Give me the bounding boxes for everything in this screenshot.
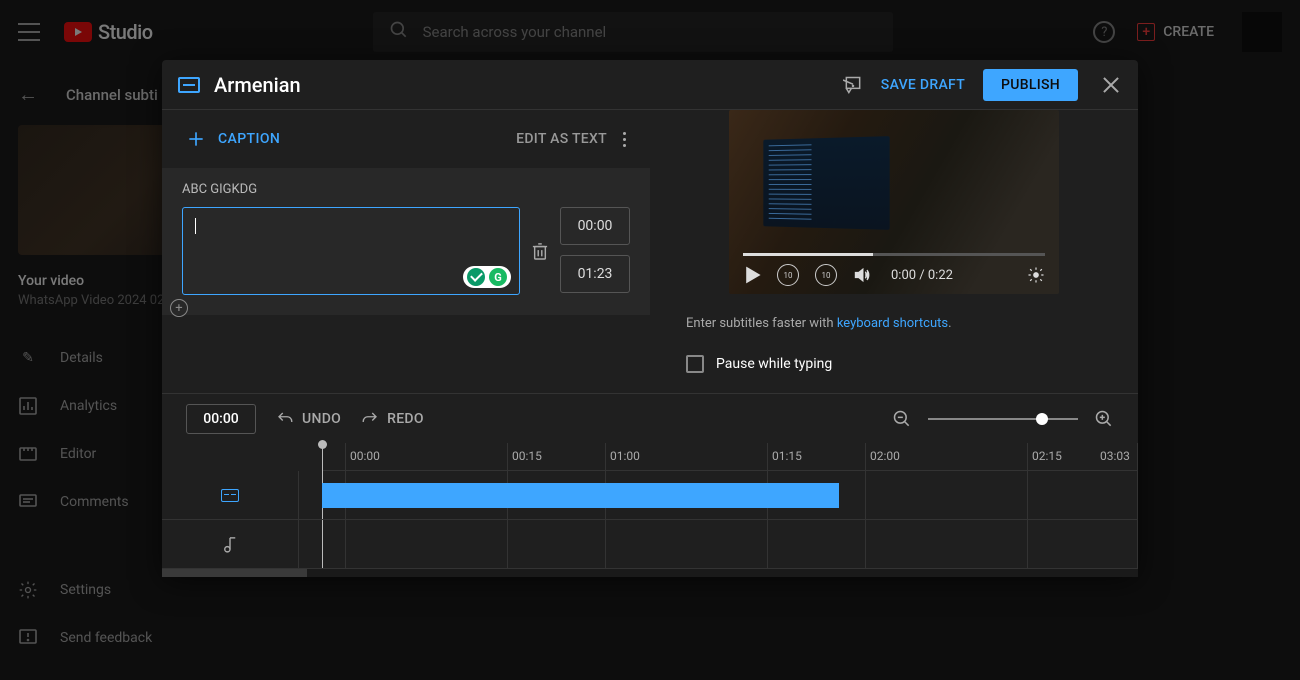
extension-icon[interactable]: [467, 268, 485, 286]
audio-track[interactable]: [299, 520, 1138, 569]
tick: 00:00: [350, 449, 380, 463]
timeline-ruler[interactable]: 00:00 00:15 01:00 01:15 02:00 02:15 03:0…: [322, 443, 1138, 471]
video-preview[interactable]: 10 10 0:00 / 0:22: [729, 110, 1059, 294]
editor-icon: [18, 444, 38, 464]
modal-header: Armenian SAVE DRAFT PUBLISH: [162, 60, 1138, 110]
caption-track-label[interactable]: [162, 471, 298, 520]
zoom-out-icon[interactable]: [892, 409, 912, 429]
video-frame: [763, 136, 889, 230]
close-icon[interactable]: [1100, 74, 1122, 96]
video-preview-pane: 10 10 0:00 / 0:22 Enter subtitles faster…: [650, 110, 1138, 393]
modal-title: Armenian: [214, 73, 843, 97]
plus-icon: [186, 129, 206, 149]
timeline-scrollbar[interactable]: [162, 569, 1138, 577]
timeline-time-input[interactable]: 00:00: [186, 404, 256, 434]
captions-track-icon: [221, 489, 239, 502]
pause-while-typing-label: Pause while typing: [716, 356, 832, 372]
keyboard-shortcuts-link[interactable]: keyboard shortcuts: [837, 316, 948, 331]
play-icon[interactable]: [743, 266, 761, 284]
search-input[interactable]: Search across your channel: [373, 12, 893, 52]
caption-start-time[interactable]: 00:00: [560, 207, 630, 245]
undo-button[interactable]: UNDO: [276, 410, 341, 428]
pause-while-typing-checkbox[interactable]: [686, 355, 704, 373]
caption-clip[interactable]: [322, 483, 839, 508]
undo-icon: [276, 410, 294, 428]
tick: 02:00: [870, 449, 900, 463]
caption-track[interactable]: [299, 471, 1138, 520]
grammarly-icon[interactable]: G: [489, 268, 507, 286]
tick: 02:15: [1032, 449, 1062, 463]
redo-button[interactable]: REDO: [361, 410, 424, 428]
analytics-icon: [18, 396, 38, 416]
feedback-icon: [18, 628, 38, 648]
hamburger-icon[interactable]: [18, 23, 40, 41]
captions-icon: [178, 77, 200, 93]
comments-icon: [18, 492, 38, 512]
create-button[interactable]: + CREATE: [1137, 23, 1214, 41]
timeline-scrollbar-thumb[interactable]: [162, 569, 307, 577]
caption-end-time[interactable]: 01:23: [560, 255, 630, 293]
text-cursor: [195, 218, 196, 234]
timeline-tracks: [162, 471, 1138, 569]
tick: 01:00: [610, 449, 640, 463]
add-caption-below-icon[interactable]: +: [170, 299, 188, 317]
publish-button[interactable]: PUBLISH: [983, 69, 1078, 101]
music-note-icon: [223, 535, 237, 553]
logo-text: Studio: [98, 20, 153, 44]
audio-track-label[interactable]: [162, 520, 298, 569]
timeline-toolbar: 00:00 UNDO REDO: [162, 393, 1138, 443]
create-label: CREATE: [1163, 24, 1214, 40]
zoom-in-icon[interactable]: [1094, 409, 1114, 429]
subtitle-editor-modal: Armenian SAVE DRAFT PUBLISH CAPTION EDIT…: [162, 60, 1138, 577]
video-settings-icon[interactable]: [1027, 266, 1045, 284]
zoom-slider-handle[interactable]: [1036, 413, 1048, 425]
redo-icon: [361, 410, 379, 428]
save-draft-button[interactable]: SAVE DRAFT: [881, 77, 965, 93]
back-arrow-icon[interactable]: ←: [18, 82, 38, 107]
caption-block: ABC GIGKDG G 00:00 01:23: [162, 168, 650, 315]
create-plus-icon: +: [1137, 23, 1155, 41]
extension-badges: G: [463, 266, 511, 288]
keyboard-hint: Enter subtitles faster with keyboard sho…: [686, 316, 1102, 331]
delete-icon[interactable]: [532, 242, 548, 260]
video-progress-bar[interactable]: [743, 253, 1045, 256]
zoom-slider[interactable]: [928, 418, 1078, 420]
tick: 03:03: [1100, 449, 1130, 463]
gear-icon: [18, 580, 38, 600]
caption-preview-text: ABC GIGKDG: [182, 182, 630, 197]
add-caption-button[interactable]: CAPTION: [218, 131, 280, 147]
caption-textarea[interactable]: G: [182, 207, 520, 295]
edit-as-text-button[interactable]: EDIT AS TEXT: [516, 131, 607, 147]
video-time: 0:00 / 0:22: [891, 268, 953, 283]
forward-10-icon[interactable]: 10: [815, 264, 837, 286]
youtube-play-icon: [64, 22, 92, 42]
caption-edit-pane: CAPTION EDIT AS TEXT ABC GIGKDG G: [162, 110, 650, 393]
search-placeholder: Search across your channel: [423, 23, 607, 41]
nav-feedback[interactable]: Send feedback: [18, 614, 262, 662]
search-icon: [389, 20, 409, 44]
app-topbar: Studio Search across your channel ? + CR…: [0, 0, 1300, 64]
pencil-icon: ✎: [18, 348, 38, 368]
tick: 01:15: [772, 449, 802, 463]
avatar[interactable]: [1242, 12, 1282, 52]
rewind-10-icon[interactable]: 10: [777, 264, 799, 286]
volume-icon[interactable]: [853, 266, 871, 284]
studio-logo[interactable]: Studio: [64, 20, 153, 44]
back-title: Channel subti: [66, 86, 158, 104]
tick: 00:15: [512, 449, 542, 463]
more-options-icon[interactable]: [623, 132, 626, 147]
help-icon[interactable]: ?: [1093, 21, 1115, 43]
report-icon[interactable]: [843, 75, 863, 95]
